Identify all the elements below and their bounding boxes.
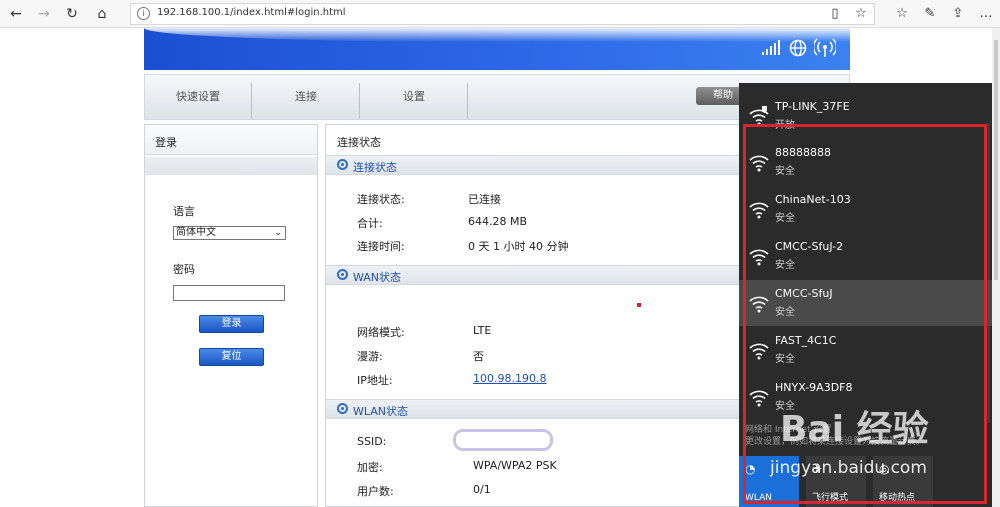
password-field[interactable] [173, 285, 285, 301]
row-label: 连接时间: [357, 240, 405, 253]
section-title: WLAN状态 [353, 405, 409, 418]
row-value: 否 [473, 350, 484, 363]
row-value: 644.28 MB [468, 215, 528, 228]
favorite-icon[interactable]: ☆ [851, 4, 871, 24]
favorites-list-icon[interactable]: ☆ [892, 4, 912, 24]
reading-view-icon[interactable]: ▯ [825, 4, 845, 24]
section-bullet-icon [337, 159, 348, 170]
home-icon[interactable]: ⌂ [92, 4, 112, 24]
watermark-logo: Bai 经验 [780, 409, 929, 450]
section-title: WAN状态 [353, 271, 402, 284]
password-label: 密码 [173, 263, 195, 276]
section-wan-status: WAN状态 [326, 265, 746, 285]
marker-dot [637, 303, 641, 307]
ssid-value-redacted [453, 429, 553, 451]
section-title: 连接状态 [353, 161, 397, 174]
row-label: 合计: [357, 217, 383, 230]
row-label: IP地址: [357, 374, 393, 387]
banner-wave [144, 28, 850, 42]
login-panel: 登录 语言 简体中文 ⌄ 密码 登录 复位 [144, 124, 318, 507]
status-panel: 连接状态 连接状态 连接状态: 已连接 合计: 644.28 MB 连接时间: … [325, 124, 746, 507]
section-connection-status: 连接状态 [326, 155, 746, 175]
address-bar[interactable]: i 192.168.100.1/index.html#login.html ▯ … [130, 3, 875, 25]
language-value: 简体中文 [176, 227, 216, 238]
refresh-icon[interactable]: ↻ [62, 4, 82, 24]
row-value: LTE [473, 324, 492, 337]
row-label: 网络模式: [357, 326, 405, 339]
section-bullet-icon [337, 403, 348, 414]
status-title: 连接状态 [326, 125, 746, 155]
login-button[interactable]: 登录 [199, 315, 264, 333]
login-title: 登录 [145, 125, 317, 155]
tab-connection[interactable]: 连接 [261, 75, 351, 119]
login-subheader [145, 157, 317, 175]
back-icon[interactable]: ← [6, 4, 26, 24]
language-select[interactable]: 简体中文 ⌄ [173, 226, 286, 240]
globe-icon [789, 39, 807, 57]
row-value: 已连接 [468, 193, 501, 206]
browser-toolbar: ← → ↻ ⌂ i 192.168.100.1/index.html#login… [0, 0, 1000, 28]
watermark-url: jingyan.baidu.com [770, 458, 927, 478]
reset-button[interactable]: 复位 [199, 348, 264, 366]
address-url[interactable]: 192.168.100.1/index.html#login.html [157, 7, 346, 18]
row-value: 0 天 1 小时 40 分钟 [468, 240, 569, 253]
tab-divider [251, 83, 252, 119]
section-wlan-status: WLAN状态 [326, 399, 746, 419]
wifi-network-name: TP-LINK_37FE [775, 100, 850, 113]
wireless-icon [814, 38, 836, 57]
row-label: SSID: [357, 435, 387, 448]
language-label: 语言 [173, 205, 195, 218]
row-label: 用户数: [357, 485, 394, 498]
baidu-watermark: Bai 经验 jingyan.baidu.com [770, 400, 980, 480]
page-scrollbar[interactable] [992, 28, 1000, 507]
share-icon[interactable]: ⇪ [948, 4, 968, 24]
pen-icon[interactable]: ✎ [920, 4, 940, 24]
tab-divider [359, 83, 360, 119]
row-label: 漫游: [357, 350, 383, 363]
ip-address-link[interactable]: 100.98.190.8 [473, 372, 546, 385]
router-banner [144, 28, 850, 70]
signal-strength-icon [762, 40, 780, 55]
chevron-down-icon: ⌄ [274, 228, 282, 238]
row-label: 加密: [357, 461, 383, 474]
row-value: 0/1 [473, 483, 491, 496]
info-icon[interactable]: i [137, 7, 150, 20]
forward-icon[interactable]: → [34, 4, 54, 24]
row-label: 连接状态: [357, 193, 405, 206]
scrollbar-thumb[interactable] [994, 40, 998, 280]
tab-settings[interactable]: 设置 [369, 75, 459, 119]
row-value: WPA/WPA2 PSK [473, 459, 557, 472]
tab-divider [467, 83, 468, 119]
more-icon[interactable]: … [976, 4, 996, 24]
section-bullet-icon [337, 269, 348, 280]
tab-quick-setup[interactable]: 快速设置 [153, 75, 243, 119]
